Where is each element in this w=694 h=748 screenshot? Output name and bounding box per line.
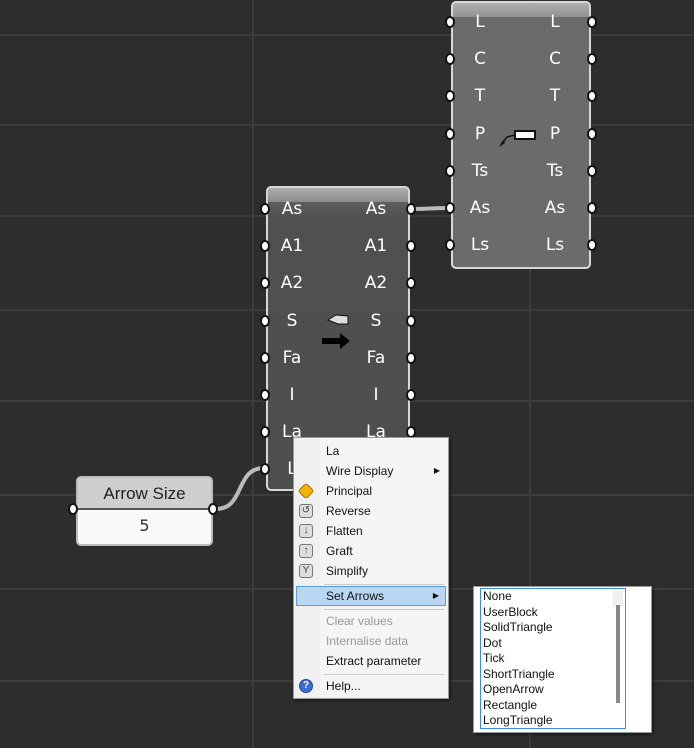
menu-label: Graft [326,544,353,558]
submenu-arrow-icon: ▶ [432,591,439,600]
output-label: As [365,199,387,219]
output-port[interactable] [587,16,597,28]
arrow-option[interactable]: ShortTriangle [481,667,625,683]
principal-icon [297,482,315,500]
menu-item-graft[interactable]: ↑ Graft [296,541,446,561]
input-port[interactable] [445,127,455,140]
menu-label: Wire Display [326,464,394,478]
menu-item-clear-values[interactable]: Clear values [296,611,446,631]
output-port[interactable] [406,351,416,364]
input-label: S [286,310,298,331]
input-label: As [469,198,491,218]
menu-header: La [326,444,340,458]
menu-label: Principal [326,484,373,498]
menu-label: Reverse [326,504,371,518]
flatten-icon: ↓ [299,524,313,538]
output-label: I [373,385,379,405]
arrow-option[interactable]: Dot [481,636,625,652]
output-port[interactable] [587,164,597,177]
input-label: Fa [282,347,302,368]
wire-arrow-size[interactable] [215,466,265,511]
arrow-option[interactable]: LongTriangle [481,713,625,729]
output-port[interactable] [406,203,416,215]
arrow-option[interactable]: SolidTriangle [481,620,625,636]
arrow-option[interactable]: OpenArrow [481,682,625,698]
simplify-icon: Y [299,564,313,578]
input-label: A2 [280,273,304,294]
scrollbar-thumb[interactable] [616,605,620,703]
output-label: S [370,310,382,331]
menu-item-internalise-data[interactable]: Internalise data [296,631,446,651]
set-arrows-submenu: None UserBlock SolidTriangle Dot Tick ShortTr… [473,586,652,733]
output-label: As [544,198,566,218]
menu-label: Simplify [326,564,369,578]
output-label: P [549,123,561,144]
menu-item-simplify[interactable]: Y Simplify [296,561,446,581]
reverse-icon: ↺ [299,504,313,518]
output-label: C [549,49,561,70]
input-label: C [474,49,486,70]
graft-icon: ↑ [299,544,313,558]
output-label: Fa [366,347,386,368]
submenu-arrow-icon: ▶ [433,466,440,475]
input-label: P [474,123,486,144]
help-icon: ? [299,679,313,693]
menu-item-set-arrows[interactable]: Set Arrows ▶ [296,586,446,606]
menu-label: Help... [326,679,361,693]
menu-item-flatten[interactable]: ↓ Flatten [296,521,446,541]
input-port[interactable] [445,16,455,28]
output-port[interactable] [587,127,597,140]
input-label: A1 [280,236,304,257]
panel-title: Arrow Size [78,478,211,510]
output-label: Ls [545,235,565,256]
menu-label: Extract parameter [326,654,422,668]
input-label: L [475,12,485,32]
input-port[interactable] [445,202,455,214]
output-port[interactable] [406,314,416,327]
output-port[interactable] [587,202,597,214]
context-menu: La Wire Display ▶ Principal ↺ Reverse ↓ Fla… [293,437,449,699]
panel-input-port[interactable] [68,503,78,515]
menu-label: Flatten [326,524,363,538]
menu-label: Set Arrows [326,589,385,603]
arrow-option[interactable]: UserBlock [481,605,625,621]
menu-item-principal[interactable]: Principal [296,481,446,501]
arrow-option[interactable]: None [481,589,625,605]
menu-item-wire-display[interactable]: Wire Display ▶ [296,461,446,481]
menu-item-extract-parameter[interactable]: Extract parameter [296,651,446,671]
arrow-size-panel[interactable]: Arrow Size 5 [76,476,213,546]
menu-label: Internalise data [326,634,409,648]
arrow-option[interactable]: Rectangle [481,698,625,714]
output-label: A1 [364,236,388,257]
input-label: Ls [470,235,490,256]
menu-label: Clear values [326,614,393,628]
panel-value[interactable]: 5 [78,510,211,542]
output-label: A2 [364,273,388,294]
input-label: As [281,199,303,219]
scrollbar[interactable] [613,591,623,703]
arrow-option[interactable]: Tick [481,651,625,667]
output-label: Ts [546,160,564,181]
output-port[interactable] [406,389,416,401]
input-label: I [289,385,295,405]
output-label: T [549,86,561,107]
input-port[interactable] [445,164,455,177]
panel-output-port[interactable] [208,503,218,515]
input-label: Ts [471,160,489,181]
output-label: L [550,12,560,32]
arrow-type-listbox[interactable]: None UserBlock SolidTriangle Dot Tick ShortTr… [480,588,626,729]
menu-item-reverse[interactable]: ↺ Reverse [296,501,446,521]
menu-item-help[interactable]: ? Help... [296,676,446,696]
input-label: T [474,86,486,107]
